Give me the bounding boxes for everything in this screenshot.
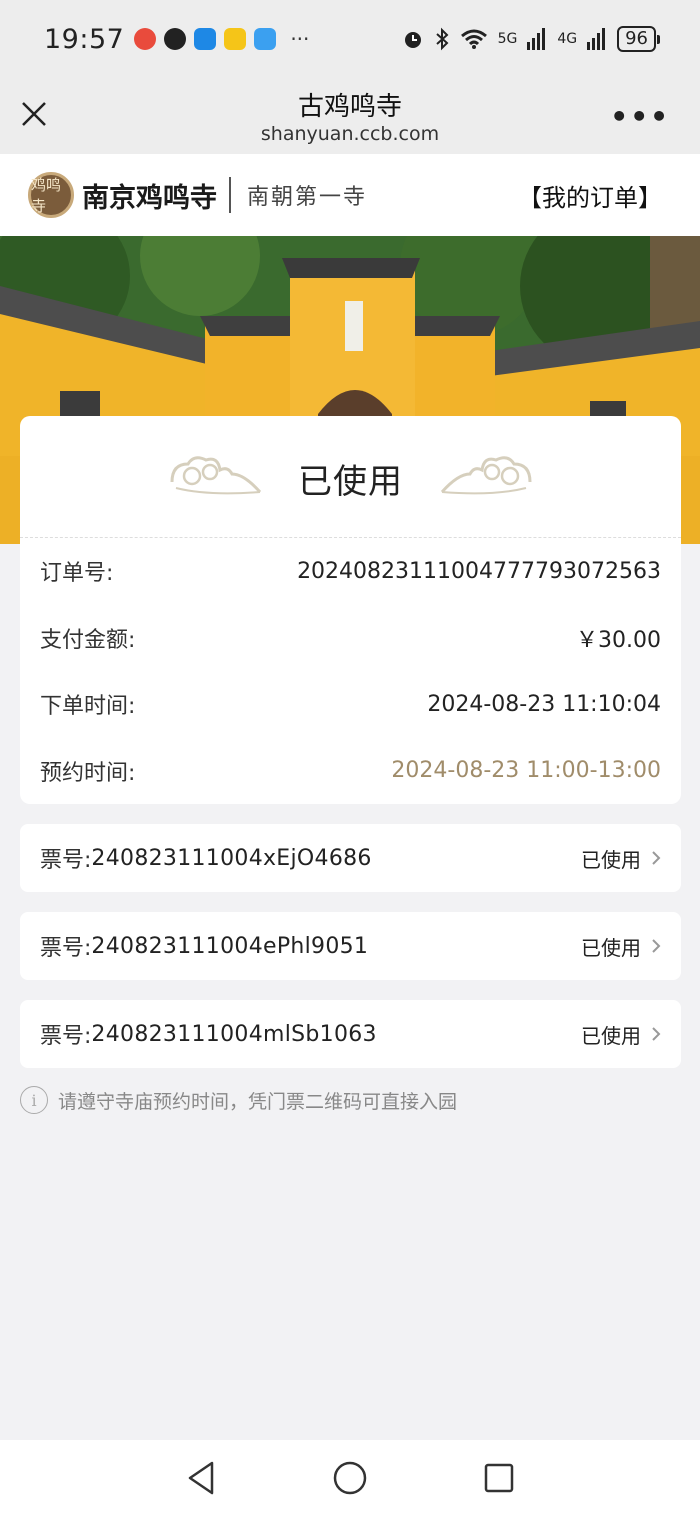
brand-name: 南京鸡鸣寺 — [82, 182, 217, 214]
order-time-label: 下单时间: — [40, 694, 136, 720]
temple-logo: 鸡鸣寺 — [28, 172, 74, 218]
cloud-ornament-right-icon — [440, 456, 532, 495]
order-status-card: 已使用 — [20, 416, 681, 538]
reservation-time-row: 预约时间: 2024-08-23 11:00-13:00 — [40, 738, 661, 805]
ticket-label: 票号: — [40, 848, 92, 873]
status-time: 19:57 — [44, 23, 125, 55]
battery-indicator: 96 — [617, 26, 660, 52]
my-orders-link[interactable]: 【我的订单】 — [518, 178, 662, 213]
chevron-right-icon — [652, 939, 661, 953]
yellow-app-icon — [224, 28, 247, 50]
order-time-row: 下单时间: 2024-08-23 11:10:04 — [40, 671, 661, 738]
chevron-right-icon — [652, 851, 661, 865]
qq-app-icon — [164, 28, 187, 50]
ticket-label: 票号: — [40, 1024, 92, 1049]
page-url: shanyuan.ccb.com — [260, 123, 440, 145]
system-nav-bar — [0, 1440, 700, 1516]
logo-text: 鸡鸣寺 — [31, 176, 62, 215]
ticket-number: 240823111004mlSb1063 — [91, 1021, 377, 1047]
weibo-app-icon — [134, 28, 157, 50]
weather-app-icon — [254, 28, 277, 50]
payment-amount-row: 支付金额: ￥30.00 — [40, 605, 661, 672]
ticket-row[interactable]: 票号: 240823111004xEjO4686 已使用 — [20, 824, 681, 892]
ticket-status: 已使用 — [581, 935, 641, 960]
order-number-value: 20240823111004777793072563 — [297, 558, 661, 584]
system-status: 5G 4G 96 — [402, 26, 660, 52]
payment-amount-value: ￥30.00 — [576, 627, 661, 653]
order-status-text: 已使用 — [298, 462, 403, 502]
browser-app-icon — [194, 28, 217, 50]
brand-divider — [229, 177, 231, 213]
recent-apps-icon[interactable] — [483, 1460, 515, 1496]
notification-icons: ··· — [134, 27, 309, 51]
back-icon[interactable] — [186, 1460, 216, 1496]
bluetooth-icon — [435, 27, 449, 51]
info-icon: i — [20, 1086, 48, 1114]
page-title: 古鸡鸣寺 — [297, 92, 402, 122]
ticket-row[interactable]: 票号: 240823111004ePhl9051 已使用 — [20, 912, 681, 980]
notice-text: 请遵守寺庙预约时间，凭门票二维码可直接入园 — [58, 1090, 458, 1113]
ticket-status: 已使用 — [581, 1023, 641, 1048]
reservation-time-label: 预约时间: — [40, 760, 136, 786]
ticket-status: 已使用 — [581, 847, 641, 872]
ticket-number: 240823111004xEjO4686 — [91, 845, 372, 871]
signal-4g-icon — [587, 28, 606, 50]
more-notifications-icon: ··· — [290, 27, 310, 51]
notice: i 请遵守寺庙预约时间，凭门票二维码可直接入园 — [20, 1086, 457, 1114]
brand-slogan: 南朝第一寺 — [247, 185, 368, 210]
ticket-number: 240823111004ePhl9051 — [91, 933, 369, 959]
order-number-label: 订单号: — [40, 561, 114, 587]
order-info-card: 订单号: 20240823111004777793072563 支付金额: ￥3… — [20, 538, 681, 804]
signal-4g-label: 4G — [557, 31, 578, 47]
order-time-value: 2024-08-23 11:10:04 — [427, 691, 661, 717]
status-bar: 19:57 ··· 5G 4G 96 — [0, 0, 700, 78]
order-number-row: 订单号: 20240823111004777793072563 — [40, 538, 661, 605]
chevron-right-icon — [652, 1027, 661, 1041]
home-icon[interactable] — [333, 1460, 367, 1496]
signal-5g-label: 5G — [497, 31, 518, 47]
ticket-row[interactable]: 票号: 240823111004mlSb1063 已使用 — [20, 1000, 681, 1068]
browser-nav-bar: 古鸡鸣寺 shanyuan.ccb.com ••• — [0, 78, 700, 154]
payment-amount-label: 支付金额: — [40, 627, 136, 653]
signal-5g-icon — [527, 28, 546, 50]
more-menu-icon[interactable]: ••• — [610, 100, 670, 133]
ticket-label: 票号: — [40, 936, 92, 961]
site-header: 鸡鸣寺 南京鸡鸣寺 南朝第一寺 【我的订单】 — [0, 154, 700, 236]
wifi-icon — [460, 29, 487, 49]
alarm-icon — [404, 32, 421, 48]
reservation-time-value: 2024-08-23 11:00-13:00 — [391, 758, 661, 784]
